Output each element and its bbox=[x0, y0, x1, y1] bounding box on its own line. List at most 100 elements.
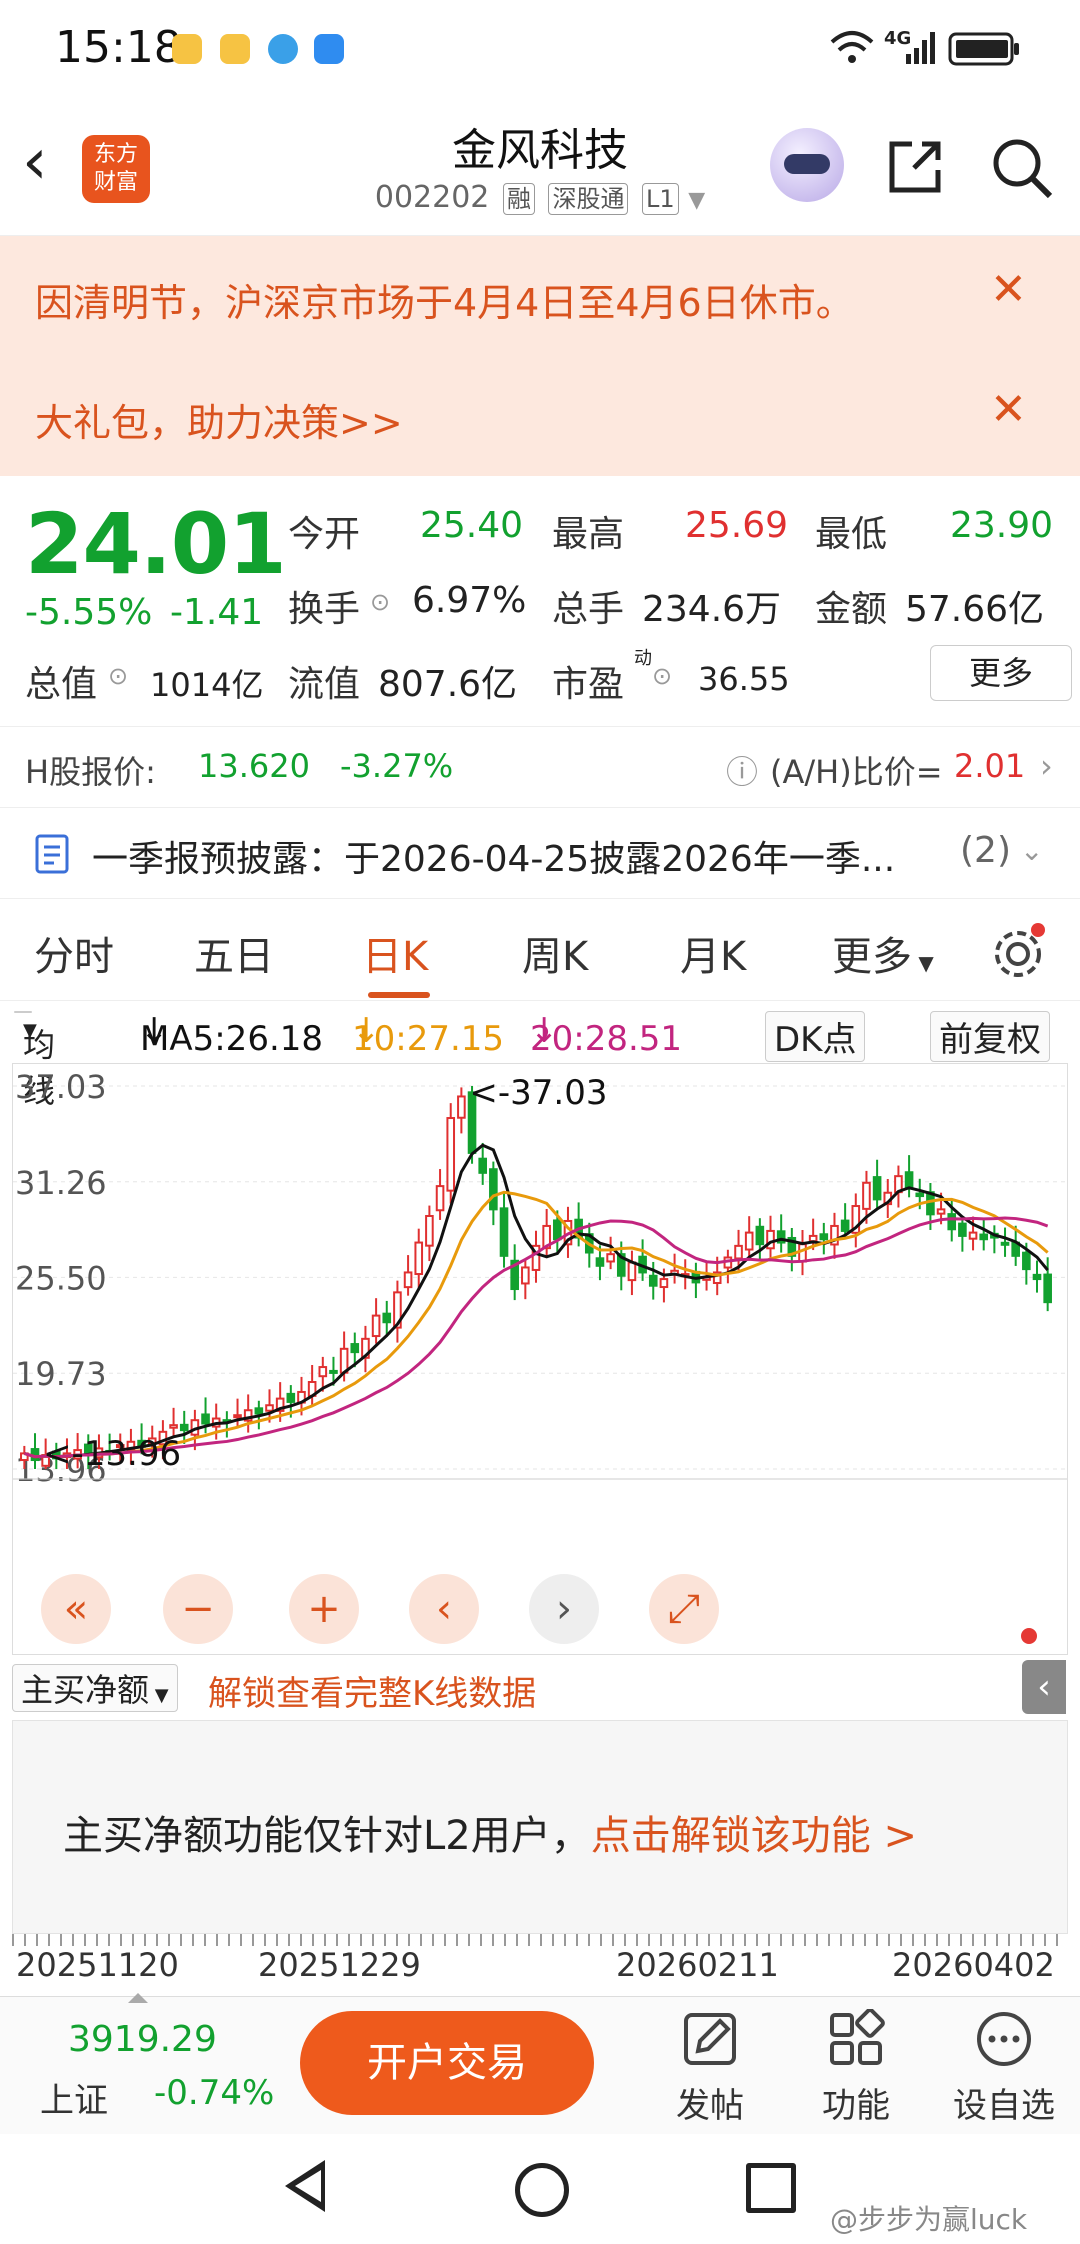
close-icon[interactable]: ✕ bbox=[990, 264, 1027, 315]
tab-weekly-k[interactable]: 周K bbox=[522, 924, 588, 982]
amount-value: 57.66亿 bbox=[905, 589, 1045, 630]
tab-monthly-k[interactable]: 月K bbox=[680, 924, 746, 982]
open-value: 25.40 bbox=[420, 505, 524, 546]
chevron-down-icon: ⌄ bbox=[1020, 834, 1044, 867]
browser-app-icon bbox=[268, 34, 298, 64]
scroll-left-button[interactable]: ‹ bbox=[409, 1574, 479, 1644]
ma-legend-row: 均线 ▼ MA5:26.18 ↓ 10:27.15 ↓ 20:28.51 ↓ DK点 … bbox=[0, 1003, 1080, 1110]
turnover-value: 6.97% bbox=[412, 580, 527, 621]
date-axis: 20251120 20251229 20260211 20260402 bbox=[0, 1934, 1080, 1994]
zoom-out-button[interactable]: − bbox=[163, 1574, 233, 1644]
volume-value: 234.6万 bbox=[642, 589, 782, 630]
document-icon bbox=[35, 834, 69, 874]
adjust-button[interactable]: 前复权 bbox=[930, 1011, 1050, 1062]
float-label: 流值 bbox=[288, 664, 361, 705]
candle-body bbox=[872, 1176, 882, 1201]
ma-selector[interactable]: 均线 ▼ bbox=[14, 1011, 55, 1110]
more-button[interactable]: 更多 bbox=[930, 645, 1072, 701]
stock-header: ‹ 东方 财富 金风科技 002202 融 深股通 L1 ▼ bbox=[0, 100, 1080, 236]
disclosure-count: (2) bbox=[960, 830, 1011, 871]
y-tick-label: 37.03 bbox=[15, 1068, 107, 1106]
h-share-label: H股报价: bbox=[25, 753, 156, 791]
tag-level: L1 bbox=[642, 183, 679, 215]
l2-notice-text: 主买净额功能仅针对L2用户，点击解锁该功能 > bbox=[63, 1813, 917, 1859]
k-line-chart[interactable]: 37.03 31.26 25.50 19.73 13.96 <-37.03 <-13.96 … bbox=[12, 1063, 1068, 1655]
h-share-strip[interactable]: H股报价: 13.620 -3.27% ⓘ (A/H)比价= 2.01 › bbox=[0, 726, 1080, 808]
pe-label: 市盈 bbox=[552, 664, 625, 705]
pe-value: 36.55 bbox=[698, 660, 790, 698]
unlock-kline-link[interactable]: 解锁查看完整K线数据 bbox=[208, 1666, 536, 1715]
help-icon[interactable]: ⓘ bbox=[726, 747, 758, 793]
mcap-value: 1014亿 bbox=[150, 666, 264, 704]
candle-body bbox=[862, 1181, 871, 1210]
open-account-button[interactable]: 开户交易 bbox=[300, 2011, 594, 2115]
info-icon[interactable]: ⊙ bbox=[370, 588, 390, 616]
ma20-line bbox=[23, 1216, 1049, 1459]
candle-body bbox=[435, 1185, 445, 1212]
index-name[interactable]: 上证 bbox=[40, 2073, 108, 2122]
dk-point-button[interactable]: DK点 bbox=[765, 1011, 866, 1062]
candle-body bbox=[403, 1271, 413, 1289]
tab-more[interactable]: 更多 ▼ bbox=[832, 924, 934, 982]
candle-body bbox=[595, 1257, 605, 1267]
tab-five-day[interactable]: 五日 bbox=[194, 924, 274, 982]
holiday-notice[interactable]: 因清明节，沪深京市场于4月4日至4月6日休市。 ✕ bbox=[0, 236, 1080, 356]
fullscreen-button[interactable]: ⤢ bbox=[649, 1574, 719, 1644]
tag-margin: 融 bbox=[502, 183, 535, 215]
candle-body bbox=[744, 1231, 754, 1251]
candle-body bbox=[1043, 1273, 1052, 1304]
tab-intraday[interactable]: 分时 bbox=[34, 924, 114, 982]
close-icon[interactable]: ✕ bbox=[990, 384, 1027, 435]
candle-body bbox=[1022, 1251, 1031, 1271]
high-label: 最高 bbox=[552, 514, 625, 555]
weibo-app-icon bbox=[172, 34, 202, 64]
candle-body bbox=[265, 1404, 274, 1412]
info-icon[interactable]: ⊙ bbox=[652, 662, 672, 690]
ma10-value: 10:27.15 ↓ bbox=[352, 1011, 505, 1059]
candle-body bbox=[382, 1312, 392, 1324]
main-buy-row: 主买净额 ▼ 解锁查看完整K线数据 ‹ bbox=[12, 1660, 1066, 1716]
chevron-down-icon: ▼ bbox=[688, 188, 706, 213]
ah-ratio-value: 2.01 bbox=[954, 747, 1026, 785]
candlestick-chart[interactable]: 37.0331.2625.5019.7313.96<-37.03<-13.96 bbox=[13, 1064, 1067, 1654]
chevron-right-icon: › bbox=[1040, 747, 1053, 785]
functions-label: 功能 bbox=[822, 2086, 890, 2126]
index-pct[interactable]: -0.74% bbox=[154, 2073, 274, 2113]
candle-body bbox=[329, 1369, 338, 1374]
share-icon[interactable] bbox=[884, 136, 946, 198]
candle-body bbox=[947, 1213, 957, 1231]
candle-body bbox=[318, 1366, 328, 1378]
index-value[interactable]: 3919.29 bbox=[68, 2019, 217, 2060]
candle-body bbox=[840, 1219, 850, 1232]
tab-daily-k[interactable]: 日K bbox=[362, 924, 428, 982]
collapse-panel-icon[interactable]: ‹ bbox=[1022, 1660, 1066, 1714]
wifi-icon bbox=[830, 31, 874, 63]
nav-recents-icon[interactable] bbox=[746, 2163, 796, 2213]
search-icon[interactable] bbox=[990, 136, 1054, 200]
post-button[interactable]: 发帖 bbox=[650, 2009, 770, 2127]
alert-dot bbox=[1021, 1628, 1037, 1644]
candle-body bbox=[478, 1157, 488, 1174]
gear-icon[interactable] bbox=[988, 922, 1048, 982]
assistant-robot-icon[interactable] bbox=[770, 128, 844, 202]
l2-unlock-panel[interactable]: 主买净额功能仅针对L2用户，点击解锁该功能 > bbox=[12, 1720, 1068, 1934]
info-icon[interactable]: ⊙ bbox=[108, 662, 128, 690]
amount-label: 金额 bbox=[815, 589, 888, 630]
change-percent: -5.55% bbox=[25, 592, 153, 633]
disclosure-row[interactable]: 一季报预披露：于2026-04-25披露2026年一季... (2) ⌄ bbox=[0, 808, 1080, 899]
unlock-link[interactable]: 点击解锁该功能 > bbox=[591, 1813, 917, 1859]
zoom-in-button[interactable]: + bbox=[289, 1574, 359, 1644]
functions-button[interactable]: 功能 bbox=[796, 2008, 916, 2127]
date-label: 20251120 bbox=[16, 1946, 179, 1984]
ma20-value: 20:28.51 ↓ bbox=[530, 1011, 683, 1059]
candle-body bbox=[659, 1278, 669, 1289]
scroll-right-button[interactable]: › bbox=[529, 1574, 599, 1644]
candle-body bbox=[233, 1414, 242, 1419]
nav-home-icon[interactable] bbox=[515, 2163, 569, 2217]
indicator-selector[interactable]: 主买净额 ▼ bbox=[12, 1664, 178, 1712]
high-value: 25.69 bbox=[685, 505, 789, 546]
candle-body bbox=[808, 1234, 818, 1243]
add-watchlist-button[interactable]: 设自选 bbox=[944, 2009, 1064, 2127]
scroll-left-far-button[interactable]: « bbox=[41, 1574, 111, 1644]
promo-notice[interactable]: 大礼包，助力决策>> ✕ bbox=[0, 356, 1080, 476]
